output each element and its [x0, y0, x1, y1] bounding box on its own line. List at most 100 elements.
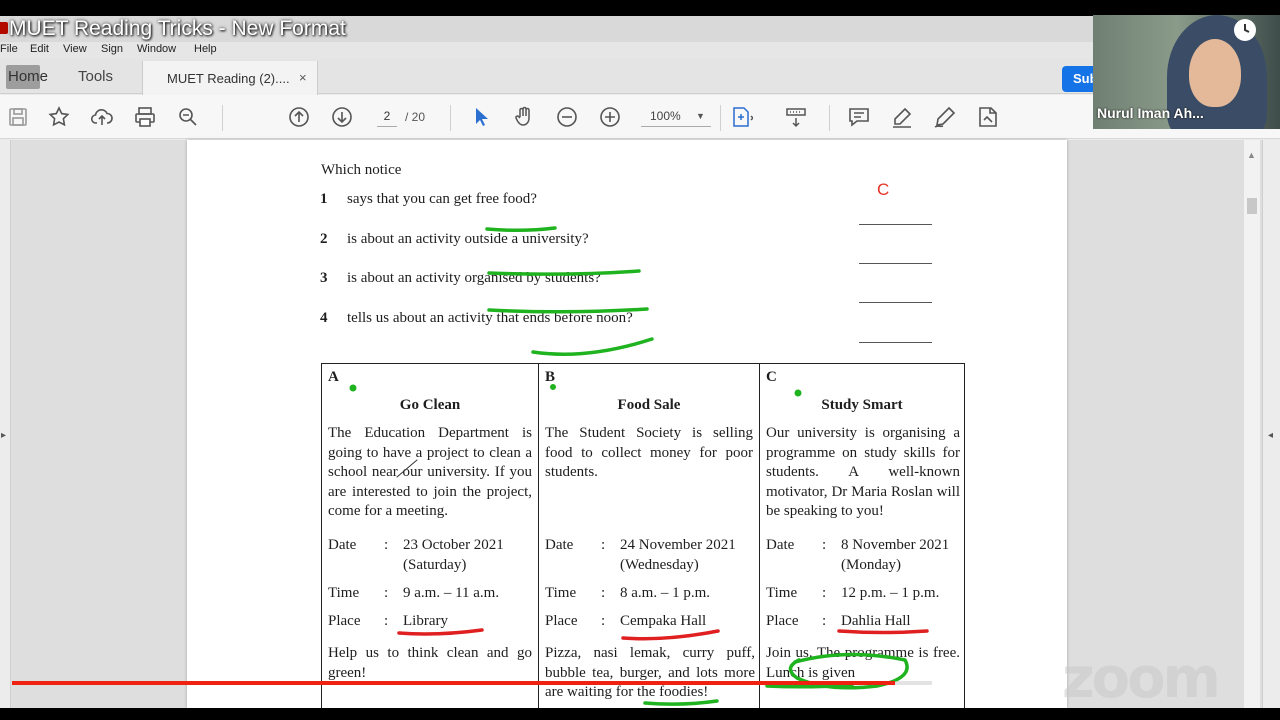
- menu-bar: File Edit View Sign Window Help: [0, 42, 1280, 59]
- toolbar-divider: [450, 105, 451, 131]
- speaker-face: [1189, 39, 1241, 107]
- day-value: (Wednesday): [620, 556, 699, 573]
- notice-title: Go Clean: [399, 397, 461, 413]
- tab-tools[interactable]: Tools: [78, 68, 113, 85]
- question-4: 4 tells us about an activity that ends be…: [320, 310, 633, 327]
- toolbar-divider: [222, 105, 223, 131]
- notice-description: The Education Department is going to hav…: [328, 425, 532, 520]
- zoom-out-icon[interactable]: [555, 105, 579, 129]
- bookmark-star-icon[interactable]: [47, 105, 71, 129]
- question-prompt: Which notice: [321, 162, 402, 178]
- notice-title: Food Sale: [617, 397, 681, 413]
- tab-document[interactable]: MUET Reading (2).... ×: [142, 61, 318, 95]
- close-icon[interactable]: ×: [299, 70, 307, 85]
- page-up-icon[interactable]: [287, 105, 311, 129]
- select-cursor-icon[interactable]: [469, 105, 493, 129]
- chevron-down-icon[interactable]: ▼: [696, 111, 705, 121]
- notice-place: Place: Cempaka Hall: [545, 612, 706, 632]
- hand-tool-icon[interactable]: [512, 105, 536, 129]
- date-label: Date: [328, 537, 357, 553]
- tab-home[interactable]: Home: [8, 68, 48, 85]
- question-text: tells us about an activity that ends bef…: [347, 310, 633, 326]
- notice-footer: Join us. The programme is free. Lunch is…: [766, 645, 960, 681]
- chevron-left-icon[interactable]: ◂: [1268, 430, 1273, 441]
- question-text: is about an activity outside a universit…: [347, 231, 589, 247]
- video-top-bar: [0, 0, 1280, 16]
- place-value: Cempaka Hall: [620, 613, 707, 629]
- zoom-search-icon[interactable]: [176, 105, 200, 129]
- day-value: (Saturday): [403, 556, 467, 573]
- vertical-scrollbar[interactable]: ▲: [1244, 140, 1260, 708]
- notice-description: The Student Society is selling food to c…: [545, 425, 753, 481]
- answer-line: [859, 302, 932, 303]
- fit-page-icon[interactable]: [729, 105, 753, 129]
- question-1: 1 says that you can get free food?: [320, 191, 537, 208]
- document-viewport: ▸ Which notice 1 says that you can get fr…: [0, 140, 1280, 708]
- menu-window[interactable]: Window: [137, 43, 176, 55]
- title-bar: MUET Reading Tricks - New Format: [0, 16, 1280, 43]
- date-value: 23 October 2021: [403, 537, 504, 553]
- zoom-in-icon[interactable]: [598, 105, 622, 129]
- chevron-up-icon[interactable]: ▲: [1247, 150, 1256, 160]
- page-total: / 20: [405, 110, 426, 124]
- place-value: Library: [403, 613, 448, 629]
- window-title: MUET Reading Tricks - New Format: [9, 17, 346, 40]
- print-icon[interactable]: [133, 105, 157, 129]
- upload-cloud-icon[interactable]: [90, 105, 114, 129]
- question-text: is about an activity organised by studen…: [347, 270, 601, 286]
- left-panel-collapsed[interactable]: ▸: [0, 140, 11, 708]
- notice-footer: Pizza, nasi lemak, curry puff, bubble te…: [545, 645, 755, 701]
- question-number: 1: [320, 191, 328, 207]
- toolbar-divider: [720, 105, 721, 131]
- clock-icon[interactable]: [1233, 18, 1257, 42]
- notice-letter: B: [545, 369, 556, 385]
- save-icon[interactable]: [6, 105, 30, 129]
- notice-time: Time:12 p.m. – 1 p.m.: [766, 584, 939, 604]
- document-tab-label: MUET Reading (2)....: [167, 71, 290, 86]
- date-label: Date: [545, 537, 574, 553]
- page-number-input[interactable]: 2: [377, 109, 397, 127]
- sign-icon[interactable]: [933, 105, 957, 129]
- video-progress-bar[interactable]: [12, 681, 932, 685]
- notice-c: C Study Smart Our university is organisi…: [759, 364, 964, 708]
- right-panel-collapsed[interactable]: ◂: [1262, 140, 1280, 708]
- question-number: 3: [320, 270, 328, 286]
- date-value: 24 November 2021: [620, 537, 736, 553]
- notice-time: Time:9 a.m. – 11 a.m.: [328, 584, 499, 604]
- place-label: Place: [766, 613, 799, 629]
- notice-date: Date:8 November 2021 (Monday): [766, 537, 950, 573]
- place-label: Place: [545, 613, 578, 629]
- scrollbar-thumb[interactable]: [1247, 198, 1257, 214]
- menu-edit[interactable]: Edit: [30, 43, 49, 55]
- day-value: (Monday): [841, 556, 901, 573]
- highlight-pen-icon[interactable]: [890, 105, 914, 129]
- fill-sign-icon[interactable]: [976, 105, 1000, 129]
- chevron-right-icon[interactable]: ▸: [1, 430, 6, 441]
- comment-icon[interactable]: [847, 105, 871, 129]
- handwritten-answer: C: [877, 180, 890, 199]
- notice-time: Time:8 a.m. – 1 p.m.: [545, 584, 710, 604]
- acrobat-logo-icon: [0, 22, 8, 34]
- underline-ends-before-noon: [531, 337, 654, 356]
- menu-file[interactable]: File: [0, 43, 18, 55]
- notice-place: Place: Library: [328, 612, 448, 632]
- notice-a: A Go Clean The Education Department is g…: [322, 364, 538, 708]
- question-number: 2: [320, 231, 328, 247]
- webcam-overlay: Nurul Iman Ah...: [1093, 15, 1280, 129]
- notice-place: Place: Dahlia Hall: [766, 612, 911, 632]
- answer-line: [859, 263, 932, 264]
- date-label: Date: [766, 537, 795, 553]
- menu-sign[interactable]: Sign: [101, 43, 123, 55]
- menu-help[interactable]: Help: [194, 43, 217, 55]
- scroll-mode-icon[interactable]: [784, 105, 808, 129]
- notice-date: Date:24 November 2021 (Wednesday): [545, 537, 736, 573]
- notice-b: B Food Sale The Student Society is selli…: [538, 364, 759, 708]
- time-value: 8 a.m. – 1 p.m.: [620, 585, 710, 601]
- menu-view[interactable]: View: [63, 43, 87, 55]
- toolbar: 2 / 20 100% ▼: [0, 95, 1280, 139]
- date-value: 8 November 2021: [841, 537, 950, 553]
- page-down-icon[interactable]: [330, 105, 354, 129]
- notice-title: Study Smart: [821, 397, 903, 413]
- notice-footer: Help us to think clean and go green!: [328, 645, 532, 681]
- question-3: 3 is about an activity organised by stude…: [320, 270, 601, 287]
